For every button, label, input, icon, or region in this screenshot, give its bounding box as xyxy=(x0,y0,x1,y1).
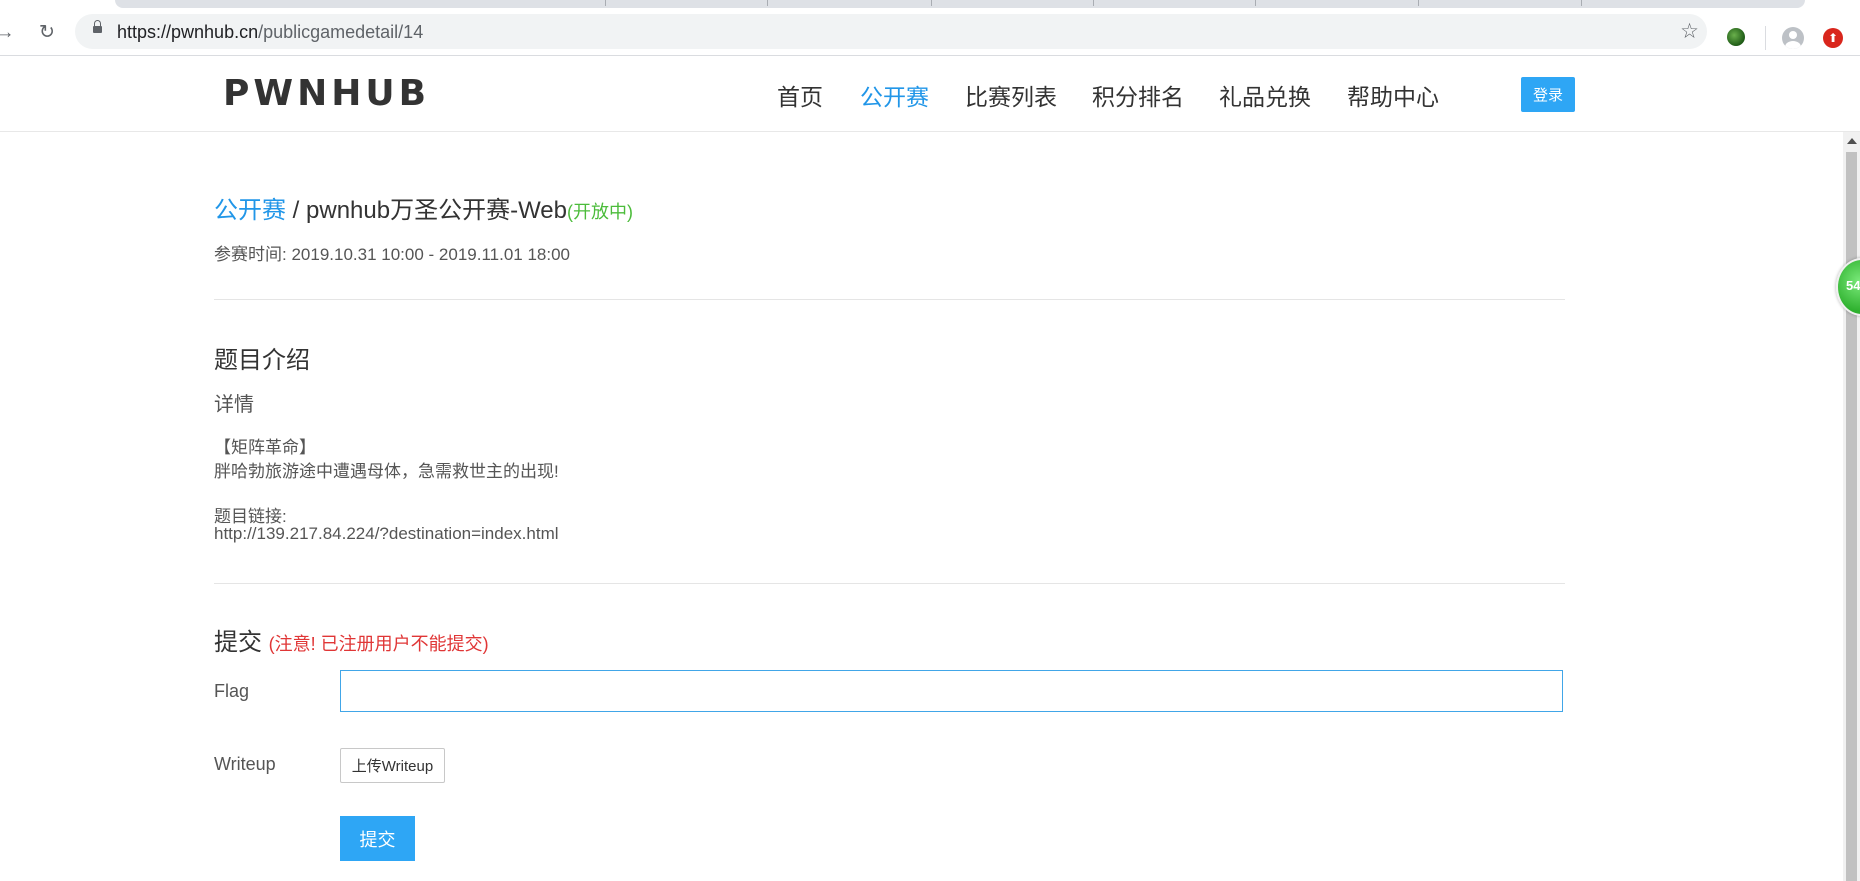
page-scrollbar[interactable] xyxy=(1843,132,1860,881)
url-text[interactable]: https://pwnhub.cn/publicgamedetail/14 xyxy=(117,22,423,43)
nav-game-list[interactable]: 比赛列表 xyxy=(965,78,1057,112)
tab-separator xyxy=(605,0,606,6)
login-button[interactable]: 登录 xyxy=(1521,77,1575,112)
tab-separator xyxy=(767,0,768,6)
site-logo[interactable]: PWNHUB xyxy=(223,73,430,114)
page-title: 公开赛 / pwnhub万圣公开赛-Web(开放中) xyxy=(214,190,633,225)
browser-tab-strip xyxy=(0,0,1860,8)
tab-separator xyxy=(1581,0,1582,6)
nav-gift-exchange[interactable]: 礼品兑换 xyxy=(1219,78,1311,112)
writeup-label: Writeup xyxy=(214,754,276,774)
extension-update-icon[interactable]: ⬆ xyxy=(1823,28,1843,48)
time-range: 2019.10.31 10:00 - 2019.11.01 18:00 xyxy=(291,245,571,264)
reload-icon[interactable]: ↻ xyxy=(36,21,58,43)
nav-public-games[interactable]: 公开赛 xyxy=(860,78,929,112)
flag-label: Flag xyxy=(214,681,250,701)
submit-heading: 提交 xyxy=(214,629,262,656)
tab-separator xyxy=(1093,0,1094,6)
url-host: https://pwnhub.cn xyxy=(117,22,259,42)
url-path: /publicgamedetail/14 xyxy=(258,22,424,42)
tab-separator xyxy=(1255,0,1256,6)
tab-separator xyxy=(931,0,932,6)
upload-writeup-button[interactable]: 上传Writeup xyxy=(340,748,445,783)
browser-tabs[interactable] xyxy=(115,0,1805,8)
game-name: pwnhub万圣公开赛-Web xyxy=(306,197,567,224)
time-label: 参赛时间: xyxy=(214,245,287,264)
challenge-link: http://139.217.84.224/?destination=index… xyxy=(214,524,559,543)
bookmark-star-icon[interactable]: ☆ xyxy=(1680,19,1699,44)
scroll-up-arrow-icon[interactable] xyxy=(1847,138,1857,144)
intro-heading: 题目介绍 xyxy=(214,347,310,374)
floating-badge-count: 54 xyxy=(1846,278,1860,293)
tab-separator xyxy=(1418,0,1419,6)
toolbar-divider xyxy=(1765,26,1766,50)
status-badge: (开放中) xyxy=(567,202,633,222)
floating-badge[interactable]: 54 xyxy=(1836,258,1860,316)
profile-avatar-icon[interactable] xyxy=(1782,27,1804,49)
breadcrumb-public-games[interactable]: 公开赛 xyxy=(214,197,286,224)
nav-help-center[interactable]: 帮助中心 xyxy=(1347,78,1439,112)
submit-section-title: 提交 (注意! 已注册用户不能提交) xyxy=(214,622,489,657)
browser-toolbar: → ↻ https://pwnhub.cn/publicgamedetail/1… xyxy=(0,8,1860,56)
game-time: 参赛时间: 2019.10.31 10:00 - 2019.11.01 18:0… xyxy=(214,240,570,265)
detail-label: 详情 xyxy=(214,394,254,416)
nav-ranking[interactable]: 积分排名 xyxy=(1092,78,1184,112)
divider xyxy=(214,583,1565,584)
submit-button[interactable]: 提交 xyxy=(340,816,415,861)
site-header: PWNHUB 首页 公开赛 比赛列表 积分排名 礼品兑换 帮助中心 登录 xyxy=(0,56,1860,132)
nav-home[interactable]: 首页 xyxy=(777,78,823,112)
lock-icon[interactable] xyxy=(93,20,102,33)
flag-input[interactable] xyxy=(340,670,1563,712)
divider xyxy=(214,299,1565,300)
breadcrumb-separator: / xyxy=(286,197,307,224)
address-bar[interactable]: https://pwnhub.cn/publicgamedetail/14 ☆ xyxy=(75,14,1707,49)
intro-line: 【矩阵革命】 xyxy=(214,438,316,457)
intro-line: 胖哈勃旅游途中遭遇母体，急需救世主的出现! xyxy=(214,462,559,481)
submit-notice: (注意! 已注册用户不能提交) xyxy=(268,634,489,654)
extension-icon[interactable] xyxy=(1727,28,1745,46)
forward-icon[interactable]: → xyxy=(0,21,16,43)
